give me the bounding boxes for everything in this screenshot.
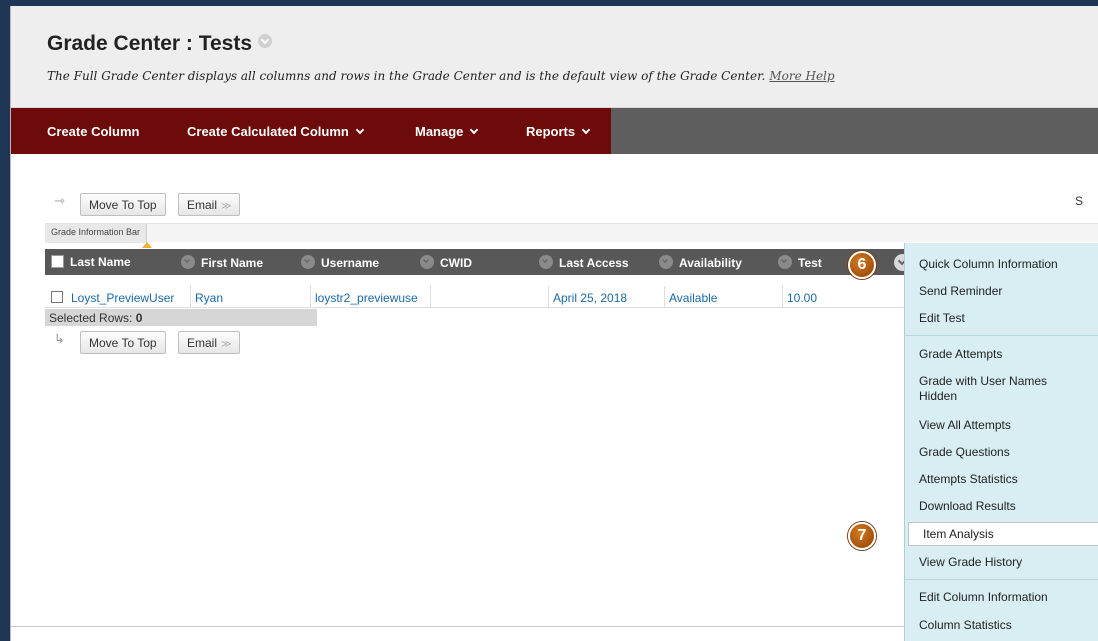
chevron-down-icon xyxy=(470,125,479,135)
column-header-availability[interactable]: Availability xyxy=(659,255,742,270)
column-options-icon[interactable] xyxy=(539,255,553,269)
more-help-link[interactable]: More Help xyxy=(769,69,834,83)
column-header-first-name[interactable]: First Name xyxy=(181,255,263,270)
column-header-test[interactable]: Test xyxy=(778,255,822,270)
reports-menu[interactable]: Reports xyxy=(526,124,591,139)
step-6-badge: 6 xyxy=(848,251,876,279)
column-label: Username xyxy=(321,256,380,270)
arrow-right-icon: ⇾ xyxy=(54,193,65,208)
page-subtitle: The Full Grade Center displays all colum… xyxy=(47,69,835,83)
menu-item-grade-attempts[interactable]: Grade Attempts xyxy=(905,347,1098,362)
page-header: Grade Center : Tests The Full Grade Cent… xyxy=(11,6,1098,108)
manage-menu[interactable]: Manage xyxy=(415,124,479,139)
menu-item-column-statistics[interactable]: Column Statistics xyxy=(905,618,1098,633)
column-header-last-access[interactable]: Last Access xyxy=(539,255,629,270)
cell-last-name[interactable]: Loyst_PreviewUser xyxy=(67,286,190,308)
menu-item-view-grade-history[interactable]: View Grade History xyxy=(905,555,1098,570)
selected-rows-status: Selected Rows: 0 xyxy=(45,309,317,326)
cell-cwid[interactable] xyxy=(430,286,548,308)
menu-item-attempts-statistics[interactable]: Attempts Statistics xyxy=(905,472,1098,487)
cell-first-name[interactable]: Ryan xyxy=(190,286,310,308)
menu-item-download-results[interactable]: Download Results xyxy=(905,499,1098,514)
column-header-username[interactable]: Username xyxy=(301,255,379,270)
divider xyxy=(11,626,905,627)
create-column-button[interactable]: Create Column xyxy=(47,124,139,139)
move-to-top-button[interactable]: Move To Top xyxy=(80,193,166,216)
step-7-badge: 7 xyxy=(848,522,876,550)
title-chevron-icon[interactable] xyxy=(258,34,273,48)
cell-availability[interactable]: Available xyxy=(664,286,782,308)
selected-rows-count: 0 xyxy=(135,311,143,325)
email-button-bottom[interactable]: Email ≫ xyxy=(178,331,241,354)
page-title: Grade Center : Tests xyxy=(47,32,273,56)
move-to-top-label: Move To Top xyxy=(89,198,157,212)
column-options-icon[interactable] xyxy=(181,255,195,269)
menu-item-send-reminder[interactable]: Send Reminder xyxy=(905,284,1098,299)
column-header-last-name[interactable]: Last Name xyxy=(70,255,131,269)
column-label: First Name xyxy=(201,256,264,270)
manage-label: Manage xyxy=(415,124,464,139)
menu-item-view-all-attempts[interactable]: View All Attempts xyxy=(905,418,1098,433)
column-options-icon[interactable] xyxy=(659,255,673,269)
column-label: CWID xyxy=(440,256,472,270)
menu-divider xyxy=(905,579,1098,580)
email-label: Email xyxy=(187,198,218,212)
create-calculated-column-label: Create Calculated Column xyxy=(187,124,349,139)
column-label: Availability xyxy=(679,256,742,270)
cell-test-grade[interactable]: 10.00 xyxy=(782,286,882,308)
email-label: Email xyxy=(187,336,218,350)
menu-item-edit-test[interactable]: Edit Test xyxy=(905,311,1098,326)
column-options-icon[interactable] xyxy=(420,255,434,269)
sort-ascending-icon xyxy=(142,242,152,248)
reports-label: Reports xyxy=(526,124,576,139)
column-header-cwid[interactable]: CWID xyxy=(420,255,472,270)
grade-information-bar: Grade Information Bar xyxy=(45,223,1098,243)
page-subtitle-text: The Full Grade Center displays all colum… xyxy=(47,69,766,83)
create-column-label: Create Column xyxy=(47,124,140,139)
column-context-menu: Quick Column Information Send Reminder E… xyxy=(904,243,1098,641)
row-checkbox[interactable] xyxy=(51,291,63,303)
page-title-text: Grade Center : Tests xyxy=(47,32,253,55)
menu-item-grade-with-user-names-hidden[interactable]: Grade with User Names Hidden xyxy=(905,374,1085,404)
chevron-down-icon xyxy=(581,125,591,135)
action-bar: Create Column Create Calculated Column M… xyxy=(11,108,1098,154)
menu-item-quick-column-information[interactable]: Quick Column Information xyxy=(905,257,1098,272)
email-button[interactable]: Email ≫ xyxy=(178,193,241,216)
arrow-right-icon: ↳ xyxy=(54,331,65,346)
menu-item-grade-questions[interactable]: Grade Questions xyxy=(905,445,1098,460)
menu-item-edit-column-information[interactable]: Edit Column Information xyxy=(905,590,1098,605)
move-to-top-label: Move To Top xyxy=(89,336,157,350)
create-calculated-column-menu[interactable]: Create Calculated Column xyxy=(187,124,365,139)
select-all-checkbox[interactable] xyxy=(51,255,64,268)
selected-rows-label: Selected Rows: xyxy=(49,311,133,325)
cell-last-access[interactable]: April 25, 2018 xyxy=(548,286,664,308)
move-to-top-button-bottom[interactable]: Move To Top xyxy=(80,331,166,354)
column-label: Last Access xyxy=(559,256,629,270)
menu-item-item-analysis[interactable]: Item Analysis xyxy=(908,522,1098,546)
column-options-icon[interactable] xyxy=(778,255,792,269)
menu-divider xyxy=(905,335,1098,336)
column-label: Last Name xyxy=(70,255,131,269)
table-row: Loyst_PreviewUser Ryan loystr2_previewus… xyxy=(45,286,915,308)
partial-label: S xyxy=(1075,194,1084,208)
grade-information-bar-tab[interactable]: Grade Information Bar xyxy=(45,224,148,243)
chevron-down-icon xyxy=(355,125,365,135)
column-options-icon[interactable] xyxy=(301,255,315,269)
chevron-down-icon: ≫ xyxy=(221,339,232,350)
chevron-down-icon: ≫ xyxy=(221,201,232,212)
grid-header: Last Name First Name Username CWID Last … xyxy=(45,242,915,275)
column-label: Test xyxy=(798,256,822,270)
cell-username[interactable]: loystr2_previewuse xyxy=(310,286,430,308)
